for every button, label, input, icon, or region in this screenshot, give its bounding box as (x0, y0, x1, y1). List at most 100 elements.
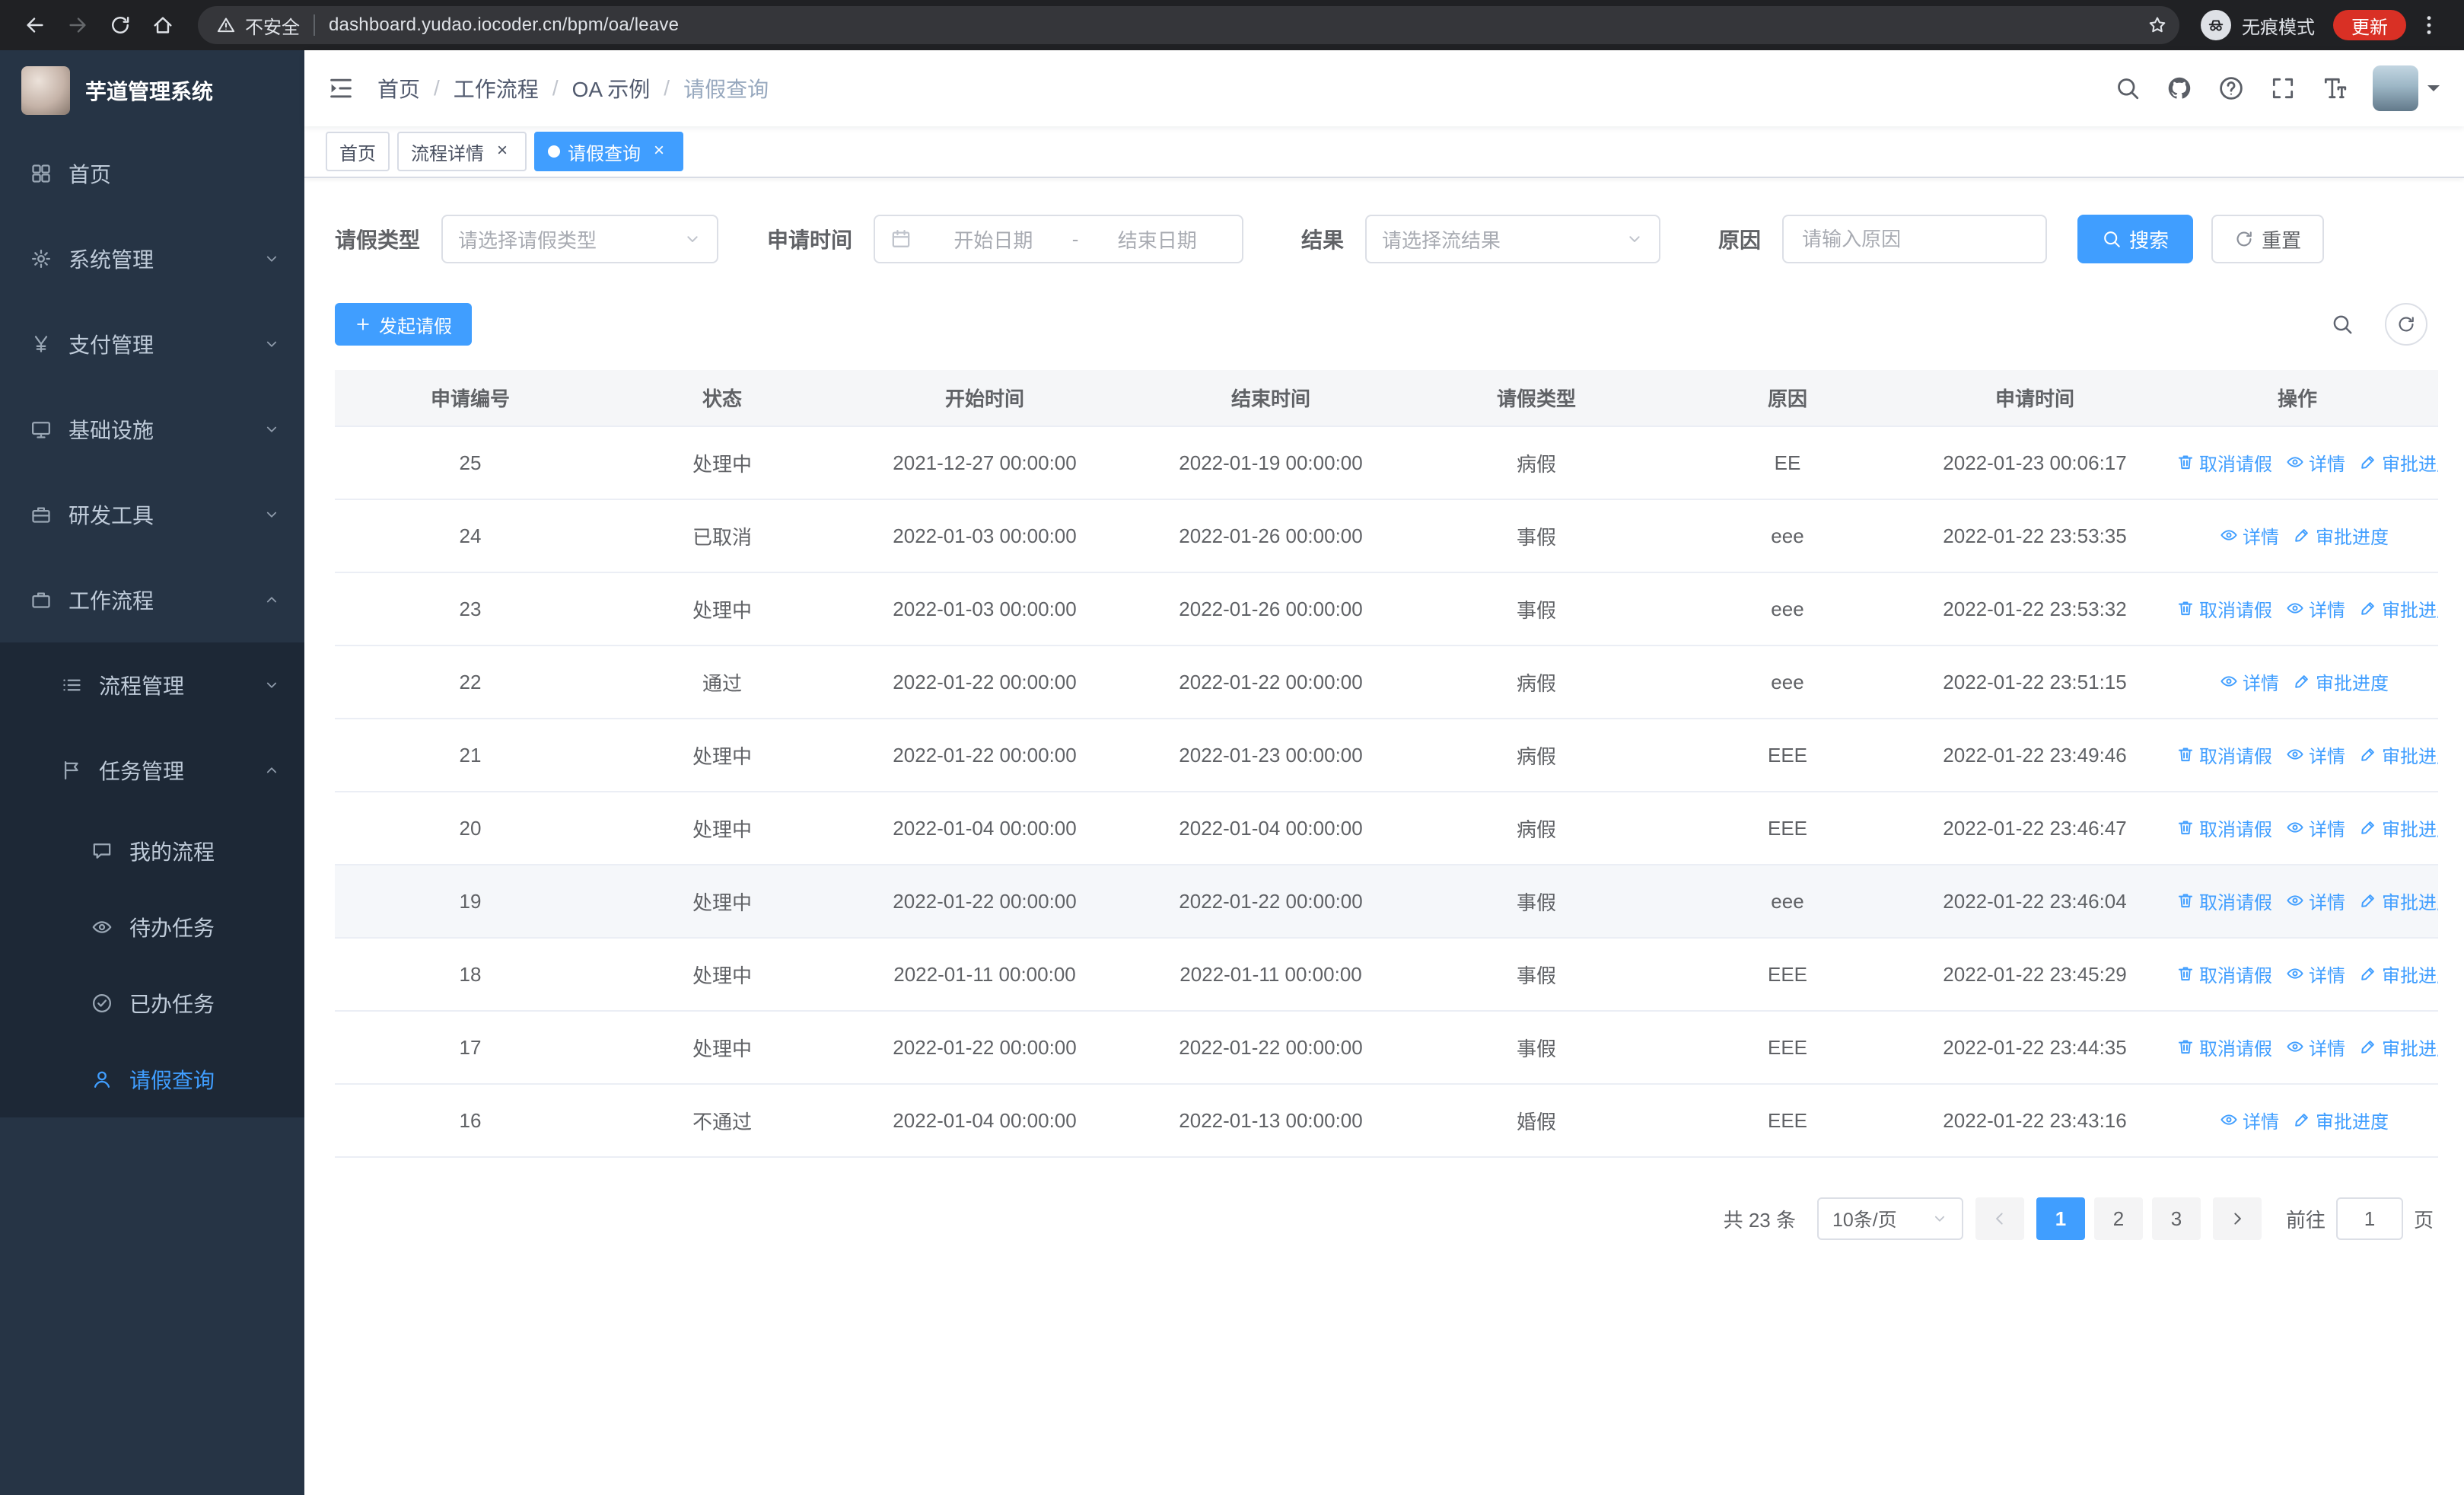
home-button[interactable] (143, 5, 183, 45)
avatar[interactable] (2373, 65, 2418, 111)
table-row[interactable]: 21 处理中 2022-01-22 00:00:00 2022-01-23 00:00… (335, 719, 2438, 792)
url-bar[interactable]: 不安全 dashboard.yudao.iocoder.cn/bpm/oa/le… (198, 6, 2179, 44)
browser-menu-button[interactable] (2409, 5, 2449, 45)
user-menu[interactable] (2373, 65, 2440, 111)
approval-progress-link[interactable]: 审批进度 (2359, 449, 2438, 476)
cancel-leave-link[interactable]: 取消请假 (2176, 888, 2272, 914)
table-row[interactable]: 20 处理中 2022-01-04 00:00:00 2022-01-04 00:00… (335, 792, 2438, 865)
approval-progress-link[interactable]: 审批进度 (2359, 814, 2438, 841)
detail-link[interactable]: 详情 (2220, 522, 2279, 549)
cancel-leave-link[interactable]: 取消请假 (2176, 741, 2272, 768)
page-button-2[interactable]: 2 (2093, 1197, 2143, 1240)
sidebar-item-label: 我的流程 (129, 840, 215, 864)
close-icon[interactable]: × (492, 141, 513, 162)
sidebar-item-3[interactable]: 基础设施 (0, 387, 304, 472)
sidebar-item-5[interactable]: 工作流程 (0, 557, 304, 642)
reason-input[interactable] (1782, 215, 2048, 263)
breadcrumb-item-0[interactable]: 首页 (377, 73, 420, 104)
approval-progress-link[interactable]: 审批进度 (2359, 888, 2438, 914)
cancel-leave-link[interactable]: 取消请假 (2176, 595, 2272, 622)
apply-time-range-picker[interactable]: 开始日期 - 结束日期 (874, 215, 1244, 263)
sidebar-toggle-icon[interactable] (327, 75, 355, 102)
page-button-3[interactable]: 3 (2151, 1197, 2201, 1240)
tab-2[interactable]: 请假查询 × (534, 132, 683, 171)
table-row[interactable]: 17 处理中 2022-01-22 00:00:00 2022-01-22 00:00… (335, 1011, 2438, 1085)
leave-type-select[interactable]: 请选择请假类型 (441, 215, 719, 263)
forward-button[interactable] (58, 5, 97, 45)
sidebar-item-0[interactable]: 首页 (0, 131, 304, 216)
cancel-leave-link[interactable]: 取消请假 (2176, 449, 2272, 476)
detail-link[interactable]: 详情 (2286, 741, 2345, 768)
search-button[interactable]: 搜索 (2077, 215, 2194, 263)
detail-link[interactable]: 详情 (2286, 814, 2345, 841)
detail-link[interactable]: 详情 (2286, 1034, 2345, 1060)
table-row[interactable]: 18 处理中 2022-01-11 00:00:00 2022-01-11 00:00… (335, 938, 2438, 1012)
sidebar-item-10[interactable]: 已办任务 (0, 965, 304, 1041)
update-button[interactable]: 更新 (2333, 10, 2406, 40)
sidebar-item-2[interactable]: 支付管理 (0, 301, 304, 387)
back-button[interactable] (15, 5, 55, 45)
goto-prefix: 前往 (2285, 1208, 2326, 1232)
breadcrumb-item-2[interactable]: OA 示例 (572, 73, 651, 104)
table-row[interactable]: 25 处理中 2021-12-27 00:00:00 2022-01-19 00:00… (335, 426, 2438, 500)
approval-progress-link[interactable]: 审批进度 (2293, 522, 2389, 549)
table-row[interactable]: 19 处理中 2022-01-22 00:00:00 2022-01-22 00:00… (335, 865, 2438, 939)
start-date-placeholder[interactable]: 开始日期 (924, 225, 1063, 253)
page-button-1[interactable]: 1 (2036, 1197, 2085, 1240)
end-date-placeholder[interactable]: 结束日期 (1087, 225, 1227, 253)
github-button[interactable] (2157, 65, 2202, 111)
font-size-button[interactable] (2312, 65, 2357, 111)
reload-button[interactable] (100, 5, 140, 45)
table-row[interactable]: 22 通过 2022-01-22 00:00:00 2022-01-22 00:00:… (335, 645, 2438, 719)
security-warning-label[interactable]: 不安全 (245, 12, 300, 39)
cancel-leave-link[interactable]: 取消请假 (2176, 961, 2272, 987)
result-select[interactable]: 请选择流结果 (1365, 215, 1661, 263)
sidebar-item-6[interactable]: 流程管理 (0, 642, 304, 728)
goto-page-input[interactable] (2335, 1197, 2403, 1240)
cancel-leave-link[interactable]: 取消请假 (2176, 814, 2272, 841)
chevron-down-icon (263, 250, 280, 267)
sidebar-item-8[interactable]: 我的流程 (0, 813, 304, 889)
approval-progress-link[interactable]: 审批进度 (2359, 595, 2438, 622)
sidebar-item-4[interactable]: 研发工具 (0, 472, 304, 557)
table-row[interactable]: 23 处理中 2022-01-03 00:00:00 2022-01-26 00:00… (335, 572, 2438, 646)
detail-link[interactable]: 详情 (2286, 449, 2345, 476)
detail-link[interactable]: 详情 (2286, 595, 2345, 622)
next-page-button[interactable] (2212, 1197, 2262, 1240)
app-logo[interactable]: 芋道管理系统 (0, 50, 304, 131)
sidebar-item-9[interactable]: 待办任务 (0, 889, 304, 965)
tab-1[interactable]: 流程详情 × (397, 132, 527, 171)
prev-page-button[interactable] (1975, 1197, 2024, 1240)
approval-progress-link[interactable]: 审批进度 (2293, 668, 2389, 695)
tab-0[interactable]: 首页 (326, 132, 390, 171)
url-text[interactable]: dashboard.yudao.iocoder.cn/bpm/oa/leave (329, 14, 2138, 36)
table-row[interactable]: 16 不通过 2022-01-04 00:00:00 2022-01-13 00:00… (335, 1084, 2438, 1158)
create-leave-button[interactable]: 发起请假 (335, 303, 472, 346)
sidebar-item-1[interactable]: 系统管理 (0, 216, 304, 301)
detail-link[interactable]: 详情 (2220, 668, 2279, 695)
search-button[interactable] (2105, 65, 2150, 111)
refresh-table-button[interactable] (2385, 303, 2427, 346)
toggle-search-button[interactable] (2321, 303, 2364, 346)
breadcrumb-item-1[interactable]: 工作流程 (454, 73, 539, 104)
approval-progress-link[interactable]: 审批进度 (2359, 741, 2438, 768)
approval-progress-link[interactable]: 审批进度 (2359, 1034, 2438, 1060)
page-size-select[interactable]: 10条/页 (1816, 1197, 1963, 1240)
cancel-leave-link[interactable]: 取消请假 (2176, 1034, 2272, 1060)
table-row[interactable]: 24 已取消 2022-01-03 00:00:00 2022-01-26 00:00… (335, 499, 2438, 573)
approval-progress-link[interactable]: 审批进度 (2359, 961, 2438, 987)
bookmark-star-icon[interactable] (2147, 15, 2167, 35)
detail-link[interactable]: 详情 (2286, 961, 2345, 987)
approval-progress-link[interactable]: 审批进度 (2293, 1107, 2389, 1133)
close-icon[interactable]: × (648, 141, 670, 162)
breadcrumb-separator: / (664, 76, 670, 100)
fullscreen-button[interactable] (2260, 65, 2306, 111)
help-button[interactable] (2208, 65, 2254, 111)
sidebar-item-7[interactable]: 任务管理 (0, 728, 304, 813)
detail-link[interactable]: 详情 (2220, 1107, 2279, 1133)
reset-button[interactable]: 重置 (2211, 215, 2325, 263)
refresh-icon (2234, 229, 2254, 249)
table-body: 25 处理中 2021-12-27 00:00:00 2022-01-19 00:00… (335, 426, 2438, 1158)
detail-link[interactable]: 详情 (2286, 888, 2345, 914)
sidebar-item-11[interactable]: 请假查询 (0, 1041, 304, 1117)
